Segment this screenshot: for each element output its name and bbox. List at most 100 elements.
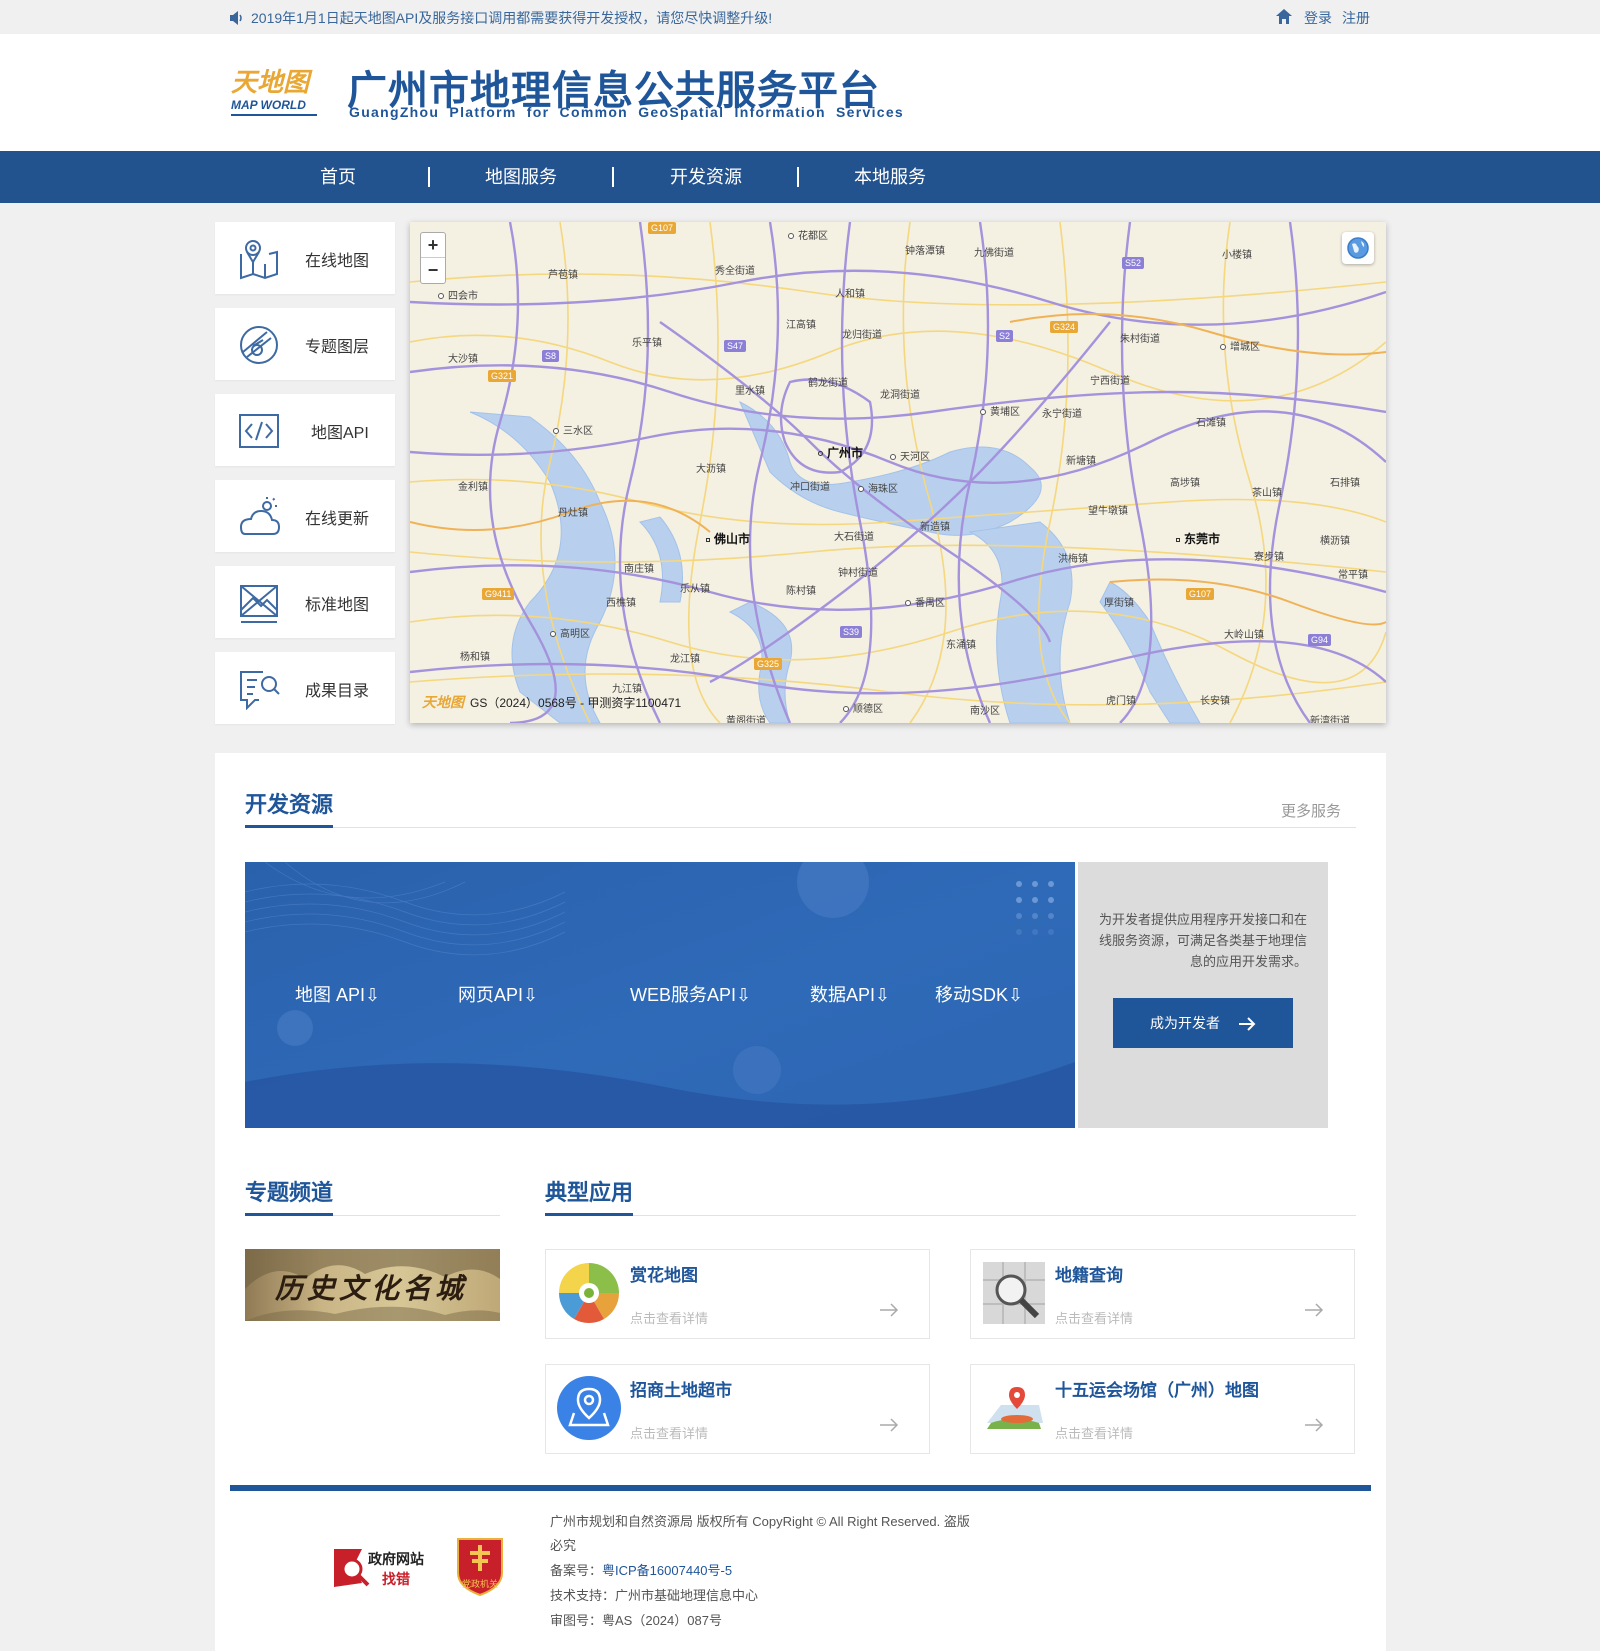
footer-icp: 备案号：粤ICP备16007440号-5: [550, 1560, 732, 1579]
map-label: 虎门镇: [1106, 696, 1136, 707]
party-gov-badge[interactable]: 党政机关: [454, 1535, 506, 1597]
more-services-link[interactable]: 更多服务: [1281, 800, 1341, 821]
dev-link-map-api[interactable]: 地图 API⇩: [295, 981, 380, 1007]
map-label: 新湾街道: [1310, 716, 1350, 723]
login-link[interactable]: 登录: [1304, 8, 1332, 28]
side-item-map-api[interactable]: 地图API: [215, 394, 395, 466]
home-icon[interactable]: [1276, 9, 1292, 24]
picture-map-icon: [240, 585, 278, 623]
map-label-city: 佛山市: [706, 530, 750, 547]
map-label: 朱村街道: [1120, 334, 1160, 345]
map-label: 鹤龙街道: [808, 378, 848, 389]
dev-link-web-service-api[interactable]: WEB服务API⇩: [630, 981, 751, 1007]
cloud-sun-icon: [239, 497, 281, 535]
road-badge: G94: [1308, 634, 1332, 646]
footer-map-review: 审图号：粤AS（2024）087号: [550, 1613, 722, 1628]
app-card-games-venue-map[interactable]: 十五运会场馆（广州）地图 点击查看详情: [970, 1364, 1355, 1454]
map-label: 大岭山镇: [1224, 630, 1264, 641]
map-label: 黄埔区: [980, 403, 1020, 418]
document-search-icon: [240, 671, 280, 710]
map-label: 西樵镇: [606, 598, 636, 609]
credit-logo: 天地图: [422, 694, 464, 710]
road-badge: S52: [1122, 257, 1145, 269]
side-item-label: 专题图层: [305, 339, 370, 356]
magnifier-map-icon: [983, 1262, 1045, 1324]
map-label: 厚街镇: [1104, 598, 1134, 609]
gov-badge-line1: 政府网站: [368, 1551, 424, 1567]
dev-side-panel: [1078, 862, 1328, 1128]
code-icon: [239, 414, 279, 448]
app-detail-link[interactable]: 点击查看详情: [630, 1308, 708, 1327]
flower-chart-icon: [559, 1263, 619, 1324]
nav-item-map-services[interactable]: 地图服务: [470, 151, 572, 203]
side-item-label: 成果目录: [305, 683, 370, 700]
map-label: 大沙镇: [448, 354, 478, 365]
map-label: 高埗镇: [1170, 478, 1200, 489]
online-map-view[interactable]: 花都区 四会市 广州市 天河区 海珠区 黄埔区 增城区 三水区 佛山市 东莞市 …: [410, 222, 1386, 723]
globe-icon: [1347, 237, 1369, 259]
nav-separator: [612, 167, 614, 187]
map-label: 洪梅镇: [1058, 554, 1088, 565]
zoom-out-button[interactable]: −: [421, 258, 445, 283]
app-card-flower-map[interactable]: 赏花地图 点击查看详情: [545, 1249, 930, 1339]
section-underline: [245, 1213, 333, 1216]
map-label: 杨和镇: [460, 652, 490, 663]
map-label: 茶山镇: [1252, 488, 1282, 499]
zoom-in-button[interactable]: +: [421, 233, 445, 258]
historic-city-banner[interactable]: 历史文化名城: [245, 1249, 500, 1321]
mapworld-logo[interactable]: 天地图 MAP WORLD: [229, 62, 319, 118]
footer-tech-support: 技术支持：广州市基础地理信息中心: [550, 1588, 759, 1603]
footer-divider: [230, 1485, 1371, 1491]
road-badge: S47: [724, 340, 747, 352]
side-item-online-map[interactable]: 在线地图: [215, 222, 395, 294]
register-link[interactable]: 注册: [1342, 8, 1370, 28]
app-detail-link[interactable]: 点击查看详情: [1055, 1423, 1133, 1442]
become-developer-button[interactable]: 成为开发者: [1113, 998, 1293, 1048]
map-label: 龙江镇: [670, 654, 700, 665]
map-label: 新塘镇: [1066, 456, 1096, 467]
side-item-standard-map[interactable]: 标准地图: [215, 566, 395, 638]
section-underline: [545, 1213, 633, 1216]
map-type-switch-button[interactable]: [1342, 232, 1374, 264]
map-label: 横沥镇: [1320, 536, 1350, 547]
nav-item-dev-resources[interactable]: 开发资源: [655, 151, 757, 203]
app-card-cadastral-query[interactable]: 地籍查询 点击查看详情: [970, 1249, 1355, 1339]
map-label: 冲口街道: [790, 482, 830, 493]
nav-separator: [797, 167, 799, 187]
nav-separator: [428, 167, 430, 187]
section-title-apps: 典型应用: [545, 1180, 634, 1205]
map-label-city: 东莞市: [1176, 530, 1220, 547]
dev-link-web-api[interactable]: 网页API⇩: [458, 981, 538, 1007]
nav-item-local-services[interactable]: 本地服务: [839, 151, 941, 203]
dev-link-mobile-sdk[interactable]: 移动SDK⇩: [935, 981, 1023, 1007]
footer-copyright: 广州市规划和自然资源局 版权所有 CopyRight © All Right R…: [550, 1514, 970, 1529]
map-label: 海珠区: [858, 480, 898, 495]
arrow-right-icon: [1305, 1418, 1324, 1432]
app-detail-link[interactable]: 点击查看详情: [1055, 1308, 1133, 1327]
app-name: 招商土地超市: [630, 1381, 732, 1400]
map-label: 黄阁街道: [726, 716, 766, 723]
stadium-map-icon: [987, 1387, 1043, 1429]
app-detail-link[interactable]: 点击查看详情: [630, 1423, 708, 1442]
map-label: 望牛墩镇: [1088, 506, 1128, 517]
nav-item-home[interactable]: 首页: [298, 151, 378, 203]
map-label: 小楼镇: [1222, 250, 1252, 261]
side-item-label: 在线更新: [305, 511, 370, 528]
arrow-right-icon: [880, 1418, 899, 1432]
dev-link-data-api[interactable]: 数据API⇩: [810, 981, 890, 1007]
gov-site-error-badge[interactable]: 政府网站 找错: [332, 1545, 432, 1591]
side-item-thematic-layers[interactable]: 专题图层: [215, 308, 395, 380]
side-item-online-update[interactable]: 在线更新: [215, 480, 395, 552]
map-label: 南庄镇: [624, 564, 654, 575]
app-card-land-supermarket[interactable]: 招商土地超市 点击查看详情: [545, 1364, 930, 1454]
credit-text: GS（2024）0568号 - 甲测资字1100471: [470, 696, 682, 710]
map-label: 石滩镇: [1196, 418, 1226, 429]
map-label: 南沙区: [970, 706, 1000, 717]
map-label-city: 广州市: [818, 444, 863, 461]
footer-icp-link[interactable]: 粤ICP备16007440号-5: [602, 1563, 732, 1578]
section-title-dev: 开发资源: [245, 792, 334, 817]
map-label: 高明区: [550, 625, 590, 640]
logo-text-top: 天地图: [231, 68, 310, 98]
map-canvas[interactable]: [410, 222, 1386, 723]
side-item-results-catalog[interactable]: 成果目录: [215, 652, 395, 724]
